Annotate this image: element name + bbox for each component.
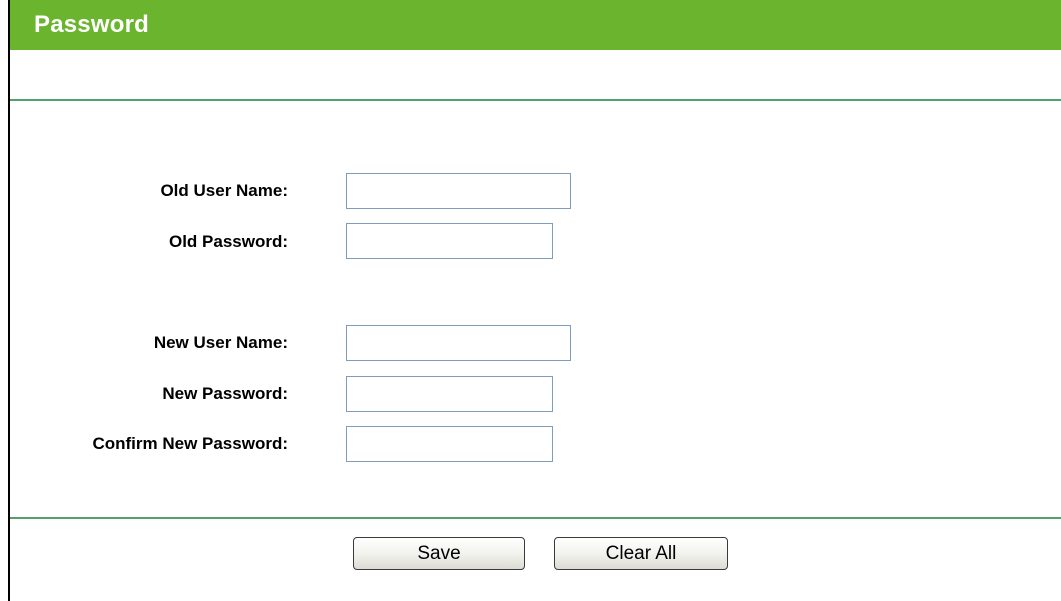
new-user-name-input[interactable]: [346, 325, 571, 361]
confirm-new-password-input[interactable]: [346, 426, 553, 462]
top-divider: [10, 99, 1061, 101]
clear-all-button[interactable]: Clear All: [554, 537, 728, 570]
new-password-input[interactable]: [346, 376, 553, 412]
save-button[interactable]: Save: [353, 537, 525, 570]
old-user-name-input[interactable]: [346, 173, 571, 209]
confirm-new-password-label: Confirm New Password:: [92, 434, 288, 453]
new-user-name-label: New User Name:: [153, 333, 288, 352]
page-title: Password: [34, 11, 149, 38]
password-panel: Password Old User Name: Old Password: Ne…: [8, 0, 1061, 601]
old-user-name-label: Old User Name:: [160, 181, 288, 200]
old-password-input[interactable]: [346, 223, 553, 259]
old-password-label: Old Password:: [168, 232, 288, 251]
title-bar: Password: [10, 0, 1061, 50]
new-password-label: New Password:: [162, 384, 288, 403]
bottom-divider: [10, 517, 1061, 519]
